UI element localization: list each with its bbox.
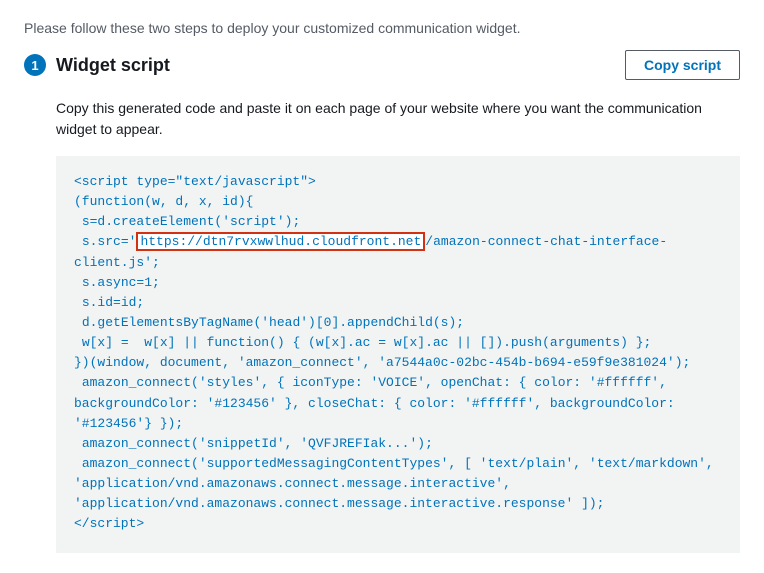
code-line: s.id=id; [74,295,144,310]
step-number-badge: 1 [24,54,46,76]
section-header: 1 Widget script Copy script [24,50,740,80]
code-line: amazon_connect('styles', { iconType: 'VO… [74,375,683,430]
intro-text: Please follow these two steps to deploy … [24,20,740,36]
copy-script-button[interactable]: Copy script [625,50,740,80]
code-block: <script type="text/javascript"> (functio… [56,156,740,553]
code-line: </script> [74,516,144,531]
code-line: d.getElementsByTagName('head')[0].append… [74,315,464,330]
code-line: s.async=1; [74,275,160,290]
code-line: s.src= [74,234,129,249]
code-line: })(window, document, 'amazon_connect', '… [74,355,690,370]
code-line: amazon_connect('supportedMessagingConten… [74,456,722,511]
code-line: amazon_connect('snippetId', 'QVFJREFIak.… [74,436,433,451]
highlighted-url: https://dtn7rvxwwlhud.cloudfront.net [136,232,425,251]
section-description: Copy this generated code and paste it on… [56,98,740,140]
section-title: Widget script [56,55,170,76]
code-line: <script type="text/javascript"> [74,174,316,189]
code-line: w[x] = w[x] || function() { (w[x].ac = w… [74,335,651,350]
code-line: (function(w, d, x, id){ [74,194,253,209]
title-group: 1 Widget script [24,54,170,76]
code-line: s=d.createElement('script'); [74,214,300,229]
